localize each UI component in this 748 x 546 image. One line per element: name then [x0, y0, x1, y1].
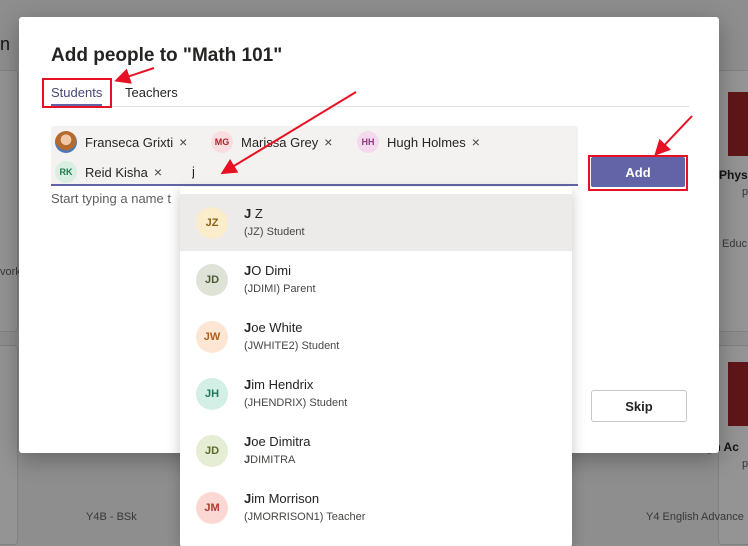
selected-person-chip: MG Marissa Grey ×: [211, 130, 333, 154]
avatar: JD: [196, 263, 228, 296]
suggestion-item[interactable]: JZ J Z (JZ) Student: [180, 194, 572, 251]
suggestion-item[interactable]: JW Joe White (JWHITE2) Student: [180, 308, 572, 365]
suggestion-name: J Z: [244, 206, 263, 221]
tab-students-label: Students: [51, 85, 103, 100]
suggestion-name: Joe White: [244, 320, 303, 335]
active-tab-indicator: [51, 104, 103, 106]
avatar: JD: [196, 434, 228, 467]
people-search-input[interactable]: [192, 160, 392, 182]
suggestion-detail: (JZ) Student: [244, 226, 305, 238]
tab-teachers-label: Teachers: [125, 85, 178, 100]
suggestion-item[interactable]: JD JO Dimi (JDIMI) Parent: [180, 251, 572, 308]
avatar: HH: [357, 131, 379, 153]
suggestion-item[interactable]: JM Jim Morrison (JMORRISON1) Teacher: [180, 479, 572, 536]
selected-person-chip: RK Reid Kisha ×: [55, 160, 163, 184]
people-picker[interactable]: Franseca Grixti × MG Marissa Grey × HH H…: [51, 126, 578, 186]
suggestion-item[interactable]: JD Joe Dimitra JDIMITRA: [180, 422, 572, 479]
suggestion-item[interactable]: JH Jim Hendrix (JHENDRIX) Student: [180, 365, 572, 422]
avatar: MG: [211, 131, 233, 153]
suggestion-detail: (JMORRISON1) Teacher: [244, 511, 366, 523]
avatar: RK: [55, 161, 77, 183]
chip-name: Franseca Grixti: [85, 134, 174, 150]
suggestion-name: Jim Hendrix: [244, 377, 314, 392]
chip-name: Reid Kisha: [85, 164, 148, 180]
remove-chip-icon[interactable]: ×: [324, 135, 332, 149]
avatar: JW: [196, 320, 228, 353]
suggestion-dropdown: JZ J Z (JZ) Student JD JO Dimi (JDIMI) P…: [180, 187, 572, 546]
picker-hint: Start typing a name t: [51, 191, 171, 206]
chip-name: Hugh Holmes: [387, 134, 466, 150]
avatar-photo: [55, 131, 77, 153]
suggestion-name: JO Dimi: [244, 263, 291, 278]
tab-teachers[interactable]: Teachers: [125, 85, 178, 100]
avatar: JM: [196, 491, 228, 524]
skip-button[interactable]: Skip: [591, 390, 687, 422]
suggestion-detail: (JDIMI) Parent: [244, 283, 316, 295]
dialog-title: Add people to "Math 101": [51, 45, 283, 66]
suggestion-detail: (JHENDRIX) Student: [244, 397, 348, 409]
chip-name: Marissa Grey: [241, 134, 319, 150]
selected-person-chip: HH Hugh Holmes ×: [357, 130, 480, 154]
suggestion-name: Jim Morrison: [244, 491, 320, 506]
add-button[interactable]: Add: [591, 157, 685, 187]
tab-bar: Students Teachers: [51, 83, 689, 107]
suggestion-detail: JDIMITRA: [244, 454, 296, 466]
remove-chip-icon[interactable]: ×: [179, 135, 187, 149]
tab-students[interactable]: Students: [51, 85, 103, 106]
avatar: JZ: [196, 206, 228, 239]
avatar: JH: [196, 377, 228, 410]
suggestion-name: Joe Dimitra: [244, 434, 311, 449]
remove-chip-icon[interactable]: ×: [154, 165, 162, 179]
remove-chip-icon[interactable]: ×: [472, 135, 480, 149]
selected-person-chip: Franseca Grixti ×: [55, 130, 188, 154]
suggestion-detail: (JWHITE2) Student: [244, 340, 340, 352]
